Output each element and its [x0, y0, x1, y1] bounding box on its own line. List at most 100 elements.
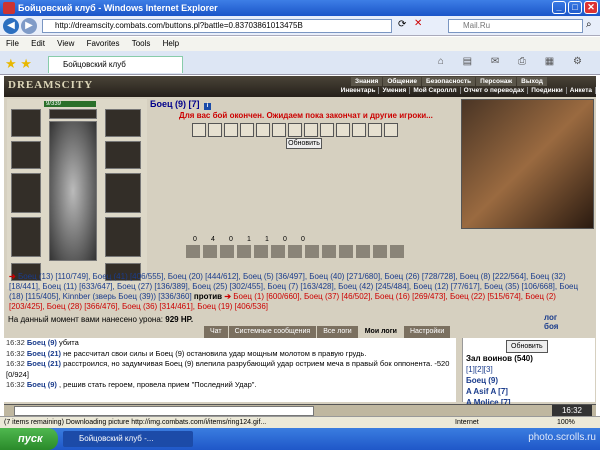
action-button[interactable] — [271, 245, 285, 258]
back-icon[interactable]: ◀ — [3, 18, 19, 34]
search-icon[interactable]: ⌕ — [586, 19, 592, 30]
action-button[interactable] — [356, 245, 370, 258]
action-button[interactable] — [254, 245, 268, 258]
taskbar-task[interactable]: Бойцовский клуб -... — [63, 431, 193, 447]
tab-chat[interactable]: Чат — [204, 326, 228, 338]
nav-exit[interactable]: Выход — [517, 77, 547, 86]
taskbar: пуск Бойцовский клуб -... photo.scrolls.… — [0, 428, 600, 450]
forward-icon[interactable]: ▶ — [21, 18, 37, 34]
skill-slot-2[interactable] — [208, 123, 222, 137]
weapon-slot[interactable] — [11, 173, 41, 213]
gloves-slot[interactable] — [105, 141, 141, 169]
action-button[interactable] — [322, 245, 336, 258]
online-panel: Обновить Зал воинов (540) [1][2][3] Боец… — [462, 338, 595, 407]
damage-value: 929 HP. — [165, 315, 194, 324]
skill-slot-13[interactable] — [384, 123, 398, 137]
menu-edit[interactable]: Edit — [31, 39, 45, 48]
chat-input[interactable] — [14, 406, 314, 416]
menu-favorites[interactable]: Favorites — [87, 39, 120, 48]
skill-slot-5[interactable] — [256, 123, 270, 137]
skill-slot-7[interactable] — [288, 123, 302, 137]
helmet-slot[interactable] — [11, 109, 41, 137]
window-title: Бойцовский клуб - Windows Internet Explo… — [18, 3, 218, 13]
action-button[interactable] — [373, 245, 387, 258]
fighter-name[interactable]: Боец (9) — [150, 99, 186, 109]
tab-settings[interactable]: Настройки — [403, 326, 451, 338]
minimize-button[interactable]: _ — [552, 1, 566, 14]
search-input[interactable]: Mail.Ru — [448, 19, 583, 33]
action-button[interactable] — [390, 245, 404, 258]
favorites-star-icon[interactable]: ★ ★ — [5, 56, 32, 72]
action-button[interactable] — [220, 245, 234, 258]
earring-slot[interactable] — [105, 109, 141, 137]
skill-slot-9[interactable] — [320, 123, 334, 137]
shield-slot[interactable] — [11, 217, 41, 257]
refresh-button[interactable]: Обновить — [286, 138, 322, 149]
skill-slot-10[interactable] — [336, 123, 350, 137]
subnav-profile[interactable]: Анкета — [566, 87, 596, 94]
start-button[interactable]: пуск — [0, 428, 58, 450]
skill-slot-12[interactable] — [368, 123, 382, 137]
skill-slot-11[interactable] — [352, 123, 366, 137]
subnav-fights[interactable]: Поединки — [528, 87, 567, 94]
skill-slot-4[interactable] — [240, 123, 254, 137]
nav-knowledge[interactable]: Знания — [351, 77, 383, 86]
amulet-slot[interactable] — [11, 141, 41, 169]
tab-my-logs[interactable]: Мои логи — [358, 326, 403, 338]
skill-slot-8[interactable] — [304, 123, 318, 137]
refresh-icon[interactable]: ⟳ — [398, 19, 406, 30]
action-button[interactable] — [305, 245, 319, 258]
skill-slot-6[interactable] — [272, 123, 286, 137]
menu-view[interactable]: View — [57, 39, 74, 48]
chat-time: 16:32 — [6, 359, 25, 368]
info-icon[interactable]: i — [204, 103, 212, 110]
nav-security[interactable]: Безопасность — [422, 77, 476, 86]
nav-social[interactable]: Общение — [383, 77, 422, 86]
chat-author[interactable]: Боец (21) — [27, 359, 61, 368]
chat-author[interactable]: Боец (9) — [27, 338, 57, 347]
window-titlebar: Бойцовский клуб - Windows Internet Explo… — [0, 0, 600, 16]
fighter-header: Боец (9) [7] i — [150, 99, 212, 110]
subnav-transfers[interactable]: Отчет о переводах — [460, 87, 529, 94]
online-user[interactable]: Боец (9) — [466, 376, 498, 385]
battle-log-link[interactable]: лог боя — [544, 313, 558, 331]
action-button[interactable] — [203, 245, 217, 258]
address-bar[interactable]: http://dreamscity.combats.com/buttons.pl… — [42, 19, 392, 33]
skill-slot-3[interactable] — [224, 123, 238, 137]
top-nav: Знания Общение Безопасность Персонаж Выход — [351, 77, 596, 86]
tab-page[interactable]: Бойцовский клуб — [48, 56, 183, 73]
chat-log: 16:32 Боец (9) убита 16:32 Боец (21) не … — [4, 338, 456, 402]
nav-character[interactable]: Персонаж — [476, 77, 517, 86]
menu-file[interactable]: File — [6, 39, 19, 48]
tab-system[interactable]: Системные сообщения — [228, 326, 317, 338]
action-button[interactable] — [288, 245, 302, 258]
rune-slots[interactable] — [49, 109, 97, 119]
tool-count: 1 — [265, 236, 269, 243]
skill-slot-1[interactable] — [192, 123, 206, 137]
chat-author[interactable]: Боец (21) — [27, 349, 61, 358]
command-bar-icons[interactable]: ⌂ ▤ ✉ ⎙ ▦ ⚙ — [438, 56, 590, 67]
chat-author[interactable]: Боец (9) — [27, 380, 57, 389]
armor-slot[interactable] — [105, 173, 141, 213]
ie-app-icon — [3, 2, 15, 14]
online-user[interactable]: A Asif A [7] — [466, 387, 508, 396]
online-pages[interactable]: [1][2][3] — [466, 365, 493, 374]
stop-icon[interactable]: ✕ — [414, 18, 422, 29]
menu-tools[interactable]: Tools — [132, 39, 151, 48]
tab-all-logs[interactable]: Все логи — [317, 326, 358, 338]
subnav-skills[interactable]: Умения — [379, 87, 411, 94]
online-refresh-button[interactable]: Обновить — [506, 340, 548, 353]
pants-slot[interactable] — [105, 217, 141, 257]
subnav-inventory[interactable]: Инвентарь — [337, 87, 380, 94]
chat-line: 16:32 Боец (21) не рассчитал свои силы и… — [6, 349, 456, 360]
chat-time: 16:32 — [6, 338, 25, 347]
maximize-button[interactable]: □ — [568, 1, 582, 14]
action-button[interactable] — [339, 245, 353, 258]
close-button[interactable]: ✕ — [584, 1, 598, 14]
subnav-scroll[interactable]: Мой Скроллл — [410, 87, 461, 94]
menu-help[interactable]: Help — [163, 39, 179, 48]
action-button[interactable] — [186, 245, 200, 258]
fighter-level: [7] — [188, 99, 200, 109]
versus-label: против — [193, 292, 223, 301]
action-button[interactable] — [237, 245, 251, 258]
